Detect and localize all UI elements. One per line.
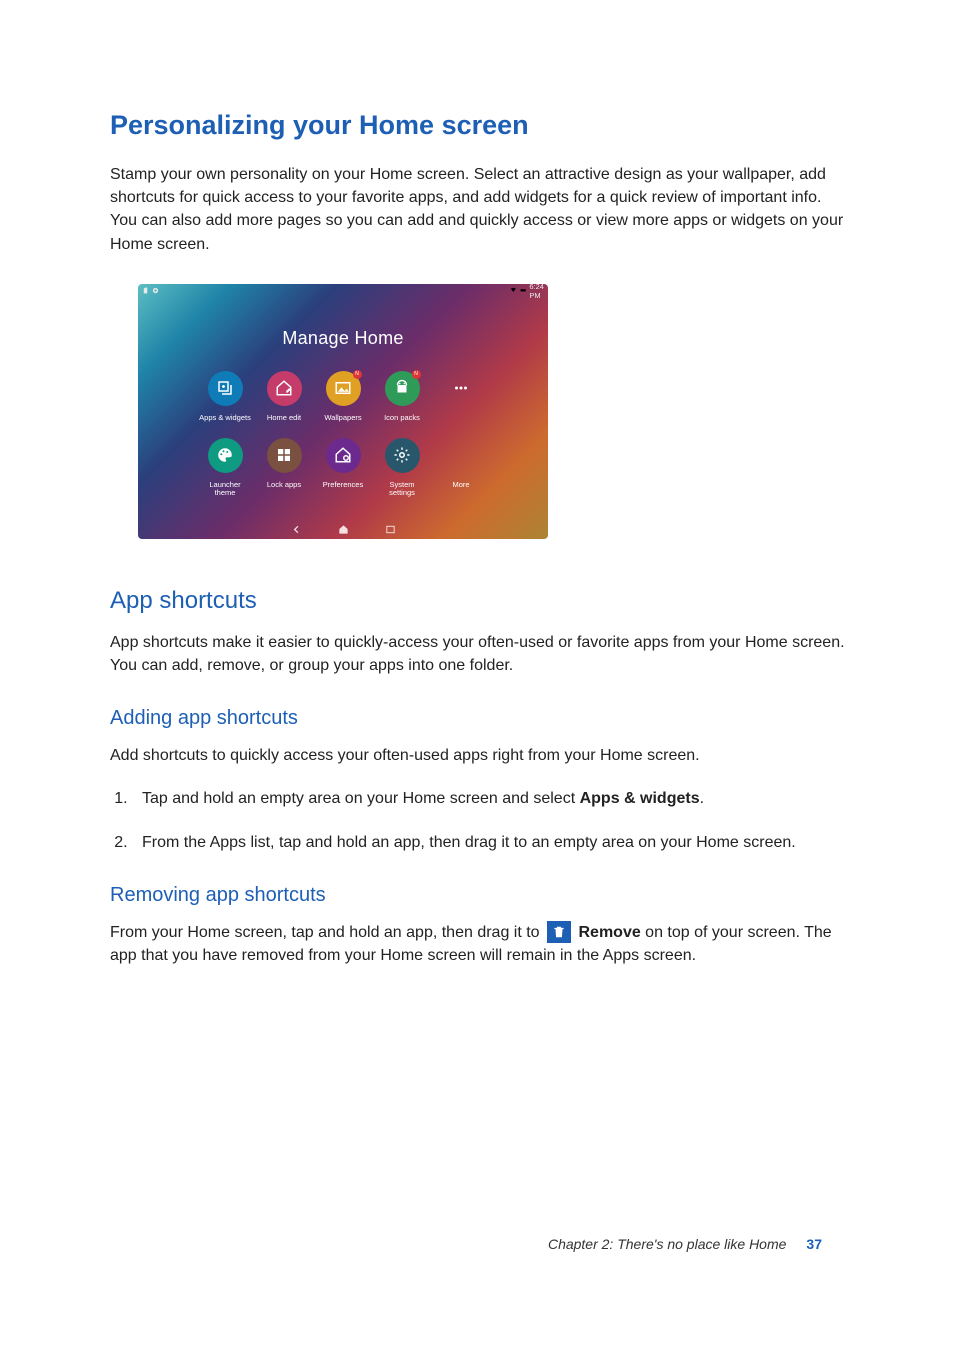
screenshot-title: Manage Home (138, 328, 548, 349)
android-icon: N (385, 371, 420, 406)
shot-item-more: More (433, 438, 490, 498)
status-bar: 6:24 PM (138, 284, 548, 298)
page-content: Personalizing your Home screen Stamp you… (110, 110, 845, 995)
back-icon (291, 524, 302, 535)
shot-item-dots (433, 371, 490, 428)
page-footer: Chapter 2: There's no place like Home 37 (0, 1236, 954, 1252)
adding-intro: Add shortcuts to quickly access your oft… (110, 744, 845, 767)
shot-item-preferences: Preferences (315, 438, 372, 498)
page-number: 37 (806, 1236, 822, 1252)
shot-item-home-edit: Home edit (256, 371, 313, 428)
shot-item-system-settings: System settings (374, 438, 431, 498)
battery-icon (520, 287, 527, 294)
sd-card-icon (142, 287, 149, 294)
shot-item-label: System settings (389, 481, 415, 498)
step-1: Tap and hold an empty area on your Home … (132, 787, 845, 810)
removing-heading: Removing app shortcuts (110, 884, 845, 907)
home-pen-icon (267, 371, 302, 406)
shot-item-label: Preferences (323, 481, 363, 495)
notification-badge: N (353, 370, 362, 379)
shot-item-label: Launcher theme (209, 481, 240, 498)
home-icon (338, 524, 349, 535)
recent-icon (385, 524, 396, 535)
shot-item-apps-widgets: Apps & widgets (197, 371, 254, 428)
intro-text: Stamp your own personality on your Home … (110, 163, 845, 256)
app-shortcuts-heading: App shortcuts (110, 587, 845, 615)
manage-home-screenshot: 6:24 PM Manage Home Apps & widgets Home e… (138, 284, 548, 539)
shot-item-label: Lock apps (267, 481, 301, 495)
notification-badge: N (412, 370, 421, 379)
trash-icon (547, 921, 571, 943)
shot-item-label: Icon packs (384, 414, 420, 428)
adding-heading: Adding app shortcuts (110, 707, 845, 730)
wifi-icon (510, 287, 517, 294)
home-gear-icon (326, 438, 361, 473)
status-time: 6:24 PM (529, 284, 544, 300)
shot-item-label: Home edit (267, 414, 301, 428)
page-title: Personalizing your Home screen (110, 110, 845, 141)
app-shortcuts-text: App shortcuts make it easier to quickly-… (110, 631, 845, 677)
settings-small-icon (152, 287, 159, 294)
nav-row (138, 524, 548, 535)
dots-icon (444, 371, 479, 406)
screenshot-grid: Apps & widgets Home edit N Wallpapers N Icon … (138, 371, 548, 498)
adding-steps: Tap and hold an empty area on your Home … (110, 787, 845, 853)
shot-item-launcher-theme: Launcher theme (197, 438, 254, 498)
removing-text: From your Home screen, tap and hold an a… (110, 921, 845, 967)
shot-item-label: More (452, 481, 469, 495)
picture-icon: N (326, 371, 361, 406)
shot-item-icon-packs: N Icon packs (374, 371, 431, 428)
shot-item-wallpapers: N Wallpapers (315, 371, 372, 428)
shot-item-label: Wallpapers (324, 414, 361, 428)
step-2: From the Apps list, tap and hold an app,… (132, 831, 845, 854)
palette-icon (208, 438, 243, 473)
gear-icon (385, 438, 420, 473)
tiles-icon (267, 438, 302, 473)
plus-card-icon (208, 371, 243, 406)
shot-item-label: Apps & widgets (199, 414, 251, 428)
chapter-label: Chapter 2: There's no place like Home (548, 1236, 786, 1252)
shot-item-lock-apps: Lock apps (256, 438, 313, 498)
